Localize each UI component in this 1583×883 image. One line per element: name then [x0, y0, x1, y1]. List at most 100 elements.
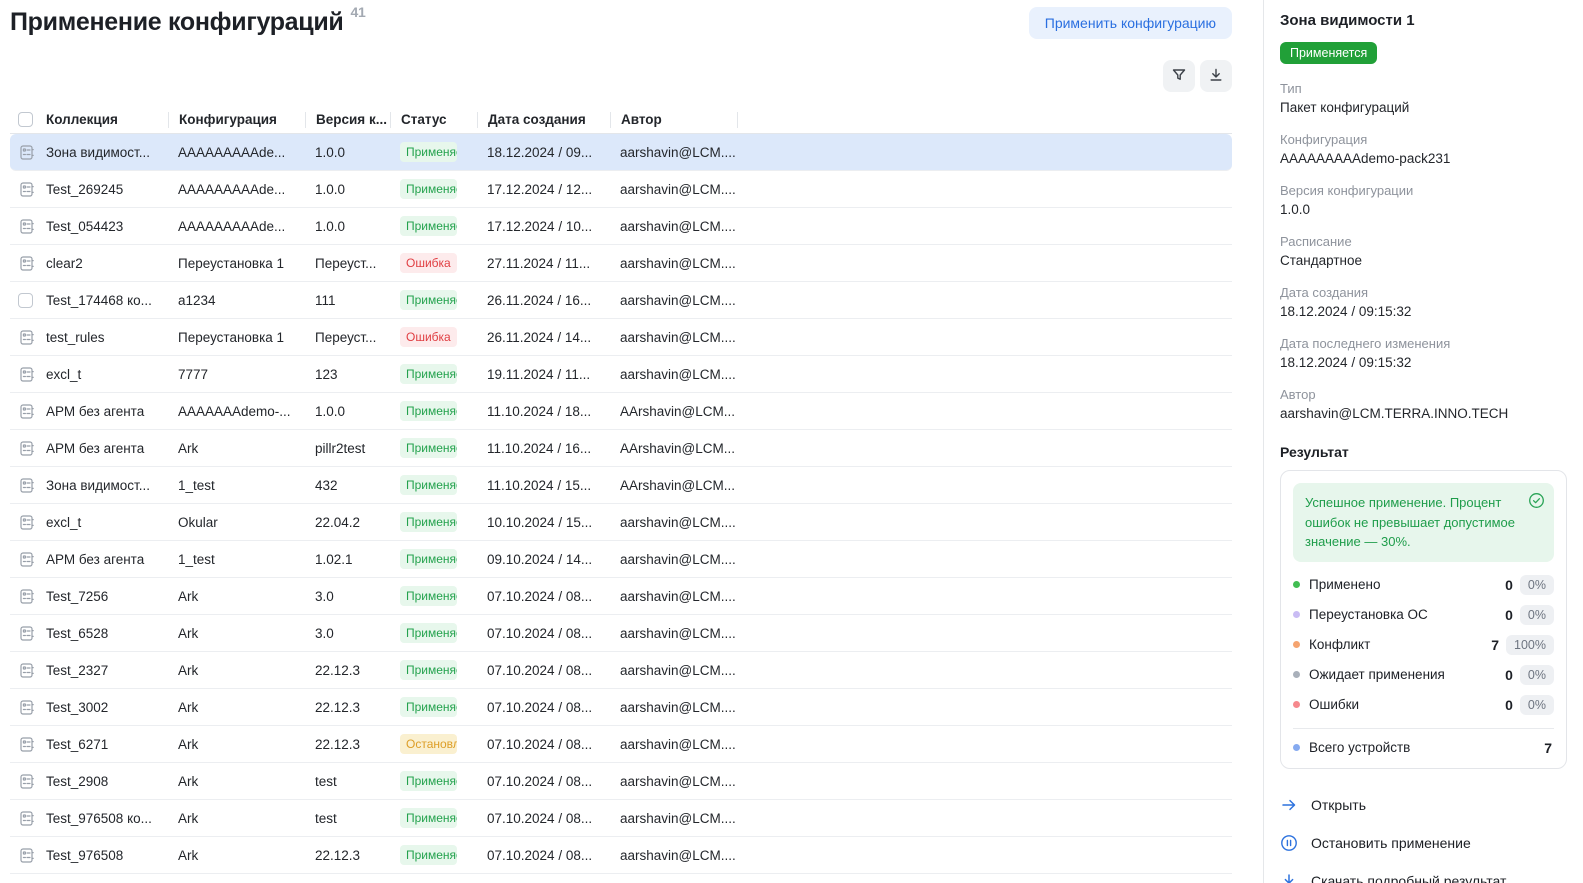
export-button[interactable] — [1200, 60, 1232, 92]
cell-version: 1.0.0 — [305, 219, 390, 234]
column-header-created[interactable]: Дата создания — [477, 112, 610, 128]
action-download[interactable]: Скачать подробный результат — [1280, 872, 1567, 883]
cell-configuration: AAAAAAAAAde... — [168, 219, 305, 234]
table-row[interactable]: clear2 Переустановка 1 Переуст... Ошибка… — [10, 245, 1232, 282]
filter-icon — [1171, 67, 1187, 86]
table-row[interactable]: Зона видимост... AAAAAAAAAde... 1.0.0 Пр… — [10, 134, 1232, 171]
action-arrow-right[interactable]: Открыть — [1280, 796, 1567, 814]
status-badge: Ошибка — [400, 327, 457, 347]
filter-button[interactable] — [1163, 60, 1195, 92]
status-badge: Применяется — [400, 216, 457, 236]
cell-created: 17.12.2024 / 12... — [477, 182, 610, 197]
status-badge: Применяется — [400, 697, 457, 717]
field-label: Версия конфигурации — [1280, 183, 1567, 198]
table-row[interactable]: excl_t 7777 123 Применяется 19.11.2024 /… — [10, 356, 1232, 393]
cell-author: aarshavin@LCM.... — [610, 145, 737, 160]
column-header-collection[interactable]: Коллекция — [44, 112, 168, 128]
collection-icon — [18, 440, 35, 457]
apply-configuration-button[interactable]: Применить конфигурацию — [1029, 7, 1232, 39]
field-value: 1.0.0 — [1280, 202, 1567, 217]
cell-author: aarshavin@LCM.... — [610, 515, 737, 530]
cell-configuration: Ark — [168, 626, 305, 641]
table-row[interactable]: Test_269245 AAAAAAAAAde... 1.0.0 Применя… — [10, 171, 1232, 208]
result-stats: Применено 0 0% Переустановка ОС 0 0% Кон… — [1293, 575, 1554, 715]
collection-icon — [18, 329, 35, 346]
stat-percent-chip: 100% — [1506, 635, 1554, 655]
status-badge: Применяется — [400, 401, 457, 421]
table-row[interactable]: Test_054423 AAAAAAAAAde... 1.0.0 Применя… — [10, 208, 1232, 245]
cell-author: aarshavin@LCM.... — [610, 330, 737, 345]
detail-field: Расписание Стандартное — [1280, 234, 1567, 268]
page-title: Применение конфигураций41 — [10, 8, 365, 37]
cell-created: 07.10.2024 / 08... — [477, 737, 610, 752]
collection-icon — [18, 255, 35, 272]
cell-author: AArshavin@LCM... — [610, 478, 737, 493]
cell-author: aarshavin@LCM.... — [610, 219, 737, 234]
cell-author: aarshavin@LCM.... — [610, 182, 737, 197]
column-header-version[interactable]: Версия к... — [305, 112, 390, 128]
table-row[interactable]: Test_976508 ко... Ark test Применяется 0… — [10, 800, 1232, 837]
table-toolbar — [10, 60, 1232, 92]
row-checkbox[interactable] — [18, 293, 33, 308]
stat-count: 0 — [1505, 577, 1513, 593]
stat-count: 0 — [1505, 607, 1513, 623]
table-row[interactable]: АРМ без агента AAAAAAAdemo-... 1.0.0 При… — [10, 393, 1232, 430]
column-header-configuration[interactable]: Конфигурация — [168, 112, 305, 128]
status-badge: Применяется — [400, 808, 457, 828]
cell-configuration: 7777 — [168, 367, 305, 382]
status-badge: Применяется — [400, 771, 457, 791]
cell-version: 22.12.3 — [305, 848, 390, 863]
cell-collection: excl_t — [44, 515, 168, 530]
cell-collection: Test_976508 — [44, 848, 168, 863]
cell-created: 09.10.2024 / 14... — [477, 552, 610, 567]
cell-collection: АРМ без агента — [44, 404, 168, 419]
table-row[interactable]: test_rules Переустановка 1 Переуст... Ош… — [10, 319, 1232, 356]
collection-icon — [18, 218, 35, 235]
total-devices-row: Всего устройств 7 — [1293, 740, 1554, 756]
collection-icon — [18, 773, 35, 790]
table-row[interactable]: Test_7256 Ark 3.0 Применяется 07.10.2024… — [10, 578, 1232, 615]
collection-icon — [18, 847, 35, 864]
collection-icon — [18, 366, 35, 383]
table-row[interactable]: Test_6528 Ark 3.0 Применяется 07.10.2024… — [10, 615, 1232, 652]
download-icon — [1280, 872, 1298, 883]
stat-label: Ожидает применения — [1309, 667, 1505, 682]
panel-actions: Открыть Остановить применение Скачать по… — [1280, 796, 1567, 883]
cell-version: 22.12.3 — [305, 663, 390, 678]
cell-configuration: AAAAAAAAAde... — [168, 182, 305, 197]
table-row[interactable]: АРМ без агента Ark pillr2test Применяетс… — [10, 430, 1232, 467]
table-row[interactable]: Test_3002 Ark 22.12.3 Применяется 07.10.… — [10, 689, 1232, 726]
action-pause-circle[interactable]: Остановить применение — [1280, 834, 1567, 852]
field-label: Конфигурация — [1280, 132, 1567, 147]
table-row[interactable]: Test_2908 Ark test Применяется 07.10.202… — [10, 763, 1232, 800]
cell-author: aarshavin@LCM.... — [610, 293, 737, 308]
table-row[interactable]: excl_t Okular 22.04.2 Применяется 10.10.… — [10, 504, 1232, 541]
cell-author: aarshavin@LCM.... — [610, 626, 737, 641]
table-row[interactable]: Test_2327 Ark 22.12.3 Применяется 07.10.… — [10, 652, 1232, 689]
status-badge: Применяется — [400, 179, 457, 199]
cell-collection: Test_3002 — [44, 700, 168, 715]
status-badge: Остановлено — [400, 734, 457, 754]
cell-created: 27.11.2024 / 11... — [477, 256, 610, 271]
column-header-author[interactable]: Автор — [610, 112, 737, 128]
column-header-status[interactable]: Статус — [390, 112, 477, 128]
stat-count: 0 — [1505, 667, 1513, 683]
status-badge: Применяется — [400, 364, 457, 384]
table-row[interactable]: Test_6271 Ark 22.12.3 Остановлено 07.10.… — [10, 726, 1232, 763]
cell-configuration: Ark — [168, 700, 305, 715]
table-row[interactable]: Test_174468 ко... a1234 111 Применяется … — [10, 282, 1232, 319]
field-label: Тип — [1280, 81, 1567, 96]
cell-collection: Зона видимост... — [44, 145, 168, 160]
table-row[interactable]: АРМ без агента 1_test 1.02.1 Применяется… — [10, 541, 1232, 578]
cell-collection: Test_054423 — [44, 219, 168, 234]
cell-collection: АРМ без агента — [44, 552, 168, 567]
field-label: Дата последнего изменения — [1280, 336, 1567, 351]
table-row[interactable]: Зона видимост... 1_test 432 Применяется … — [10, 467, 1232, 504]
select-all-checkbox[interactable] — [18, 112, 33, 127]
cell-created: 26.11.2024 / 14... — [477, 330, 610, 345]
cell-configuration: Ark — [168, 441, 305, 456]
cell-version: 22.12.3 — [305, 737, 390, 752]
stat-row: Переустановка ОС 0 0% — [1293, 605, 1554, 625]
stat-label: Конфликт — [1309, 637, 1491, 652]
table-row[interactable]: Test_976508 Ark 22.12.3 Применяется 07.1… — [10, 837, 1232, 874]
